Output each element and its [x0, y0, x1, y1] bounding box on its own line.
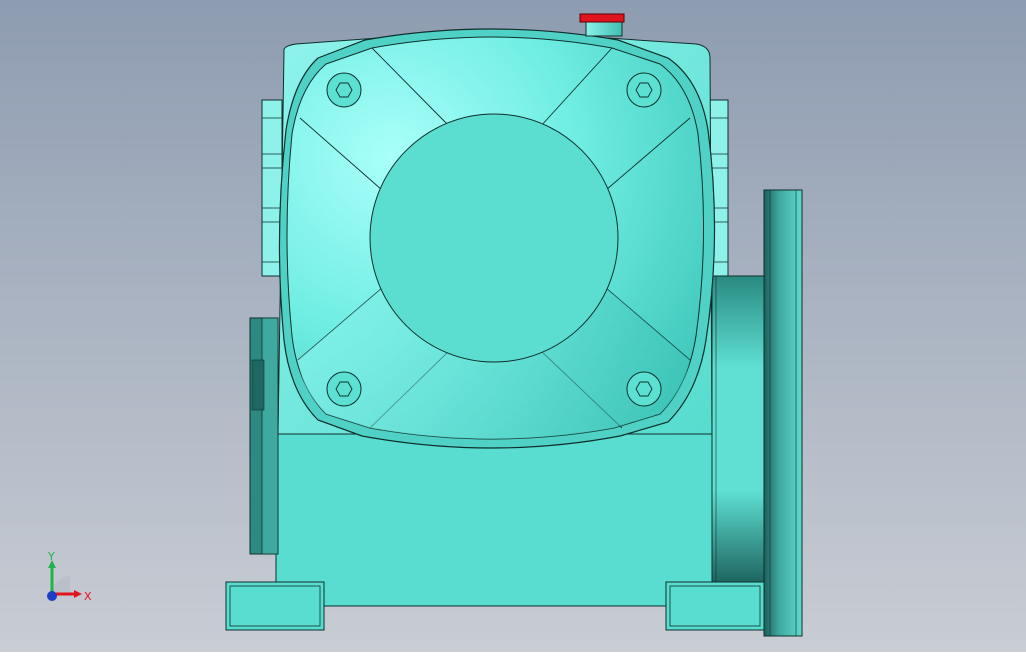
axis-triad: Y X — [47, 552, 92, 603]
input-neck — [711, 275, 769, 583]
side-cover-left-lip — [261, 317, 279, 555]
3d-viewport[interactable]: Y X — [0, 0, 1026, 652]
housing-base — [275, 433, 717, 607]
axis-y-label: Y — [47, 552, 55, 563]
gearbox-model-view — [0, 0, 1026, 652]
axis-x-label: X — [84, 590, 92, 603]
cover-bolt-top-left — [326, 72, 362, 108]
oil-plug-cap — [579, 13, 625, 23]
output-shaft-bore — [369, 113, 619, 363]
side-cover-left-shade — [251, 359, 265, 411]
mounting-foot-left — [225, 581, 325, 631]
cover-bolt-bottom-left — [326, 371, 362, 407]
cover-bolt-top-right — [626, 72, 662, 108]
mounting-foot-right — [665, 581, 765, 631]
cover-bolt-bottom-right — [626, 371, 662, 407]
